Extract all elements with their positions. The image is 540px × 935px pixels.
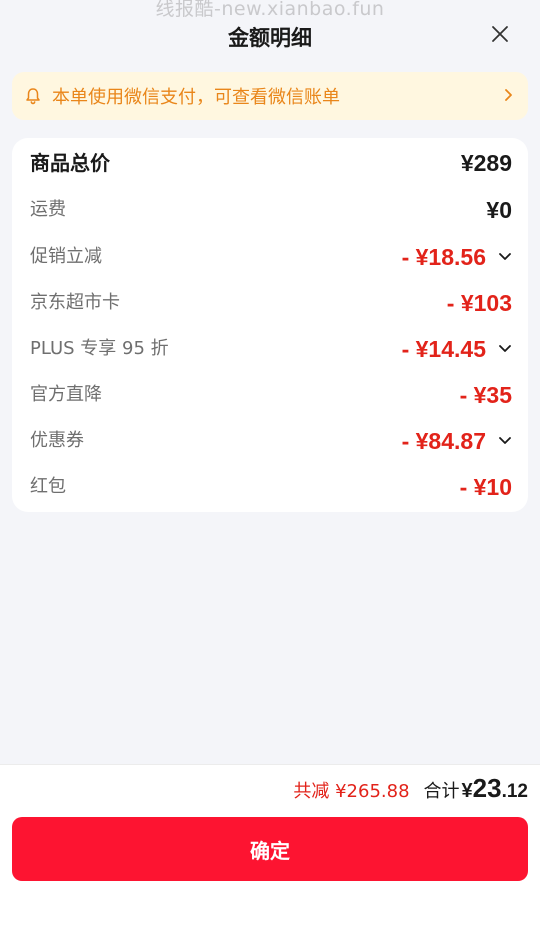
total-currency: ¥	[461, 780, 473, 802]
page-title: 金额明细	[228, 26, 312, 50]
detail-label: 运费	[30, 199, 66, 220]
wechat-bill-notice[interactable]: 本单使用微信支付，可查看微信账单	[12, 72, 528, 120]
total-summary: 共减 ¥265.88 合计 ¥ 23 .12	[293, 773, 528, 805]
detail-amount: - ¥103	[446, 290, 512, 316]
detail-row-official-discount: 官方直降 - ¥35	[30, 380, 512, 410]
detail-amount: - ¥10	[459, 474, 512, 500]
detail-amount: - ¥18.56	[401, 244, 486, 270]
goods-total-amount: ¥289	[460, 150, 512, 176]
chevron-right-icon	[505, 89, 512, 101]
modal-header: 金额明细	[0, 18, 540, 58]
detail-row-shipping: 运费 ¥0	[30, 195, 512, 225]
detail-row-promotion[interactable]: 促销立减 - ¥18.56	[30, 242, 512, 272]
notice-text: 本单使用微信支付，可查看微信账单	[52, 87, 340, 108]
detail-row-coupon[interactable]: 优惠券 - ¥84.87	[30, 426, 512, 456]
chevron-down-icon[interactable]	[498, 343, 512, 355]
detail-label: 红包	[30, 476, 66, 497]
total-saved: 共减 ¥265.88	[293, 781, 410, 802]
detail-label: 官方直降	[30, 384, 102, 405]
total-amount-integer: 23	[472, 773, 502, 803]
detail-amount: - ¥14.45	[401, 336, 486, 362]
chevron-down-icon[interactable]	[498, 251, 512, 263]
detail-row-plus-discount[interactable]: PLUS 专享 95 折 - ¥14.45	[30, 334, 512, 364]
detail-label: 促销立减	[30, 246, 102, 267]
confirm-button[interactable]: 确定	[12, 817, 528, 881]
detail-amount: - ¥84.87	[401, 428, 486, 454]
detail-label: 优惠券	[30, 430, 84, 451]
detail-amount: - ¥35	[459, 382, 512, 408]
footer-bar: 共减 ¥265.88 合计 ¥ 23 .12 确定	[0, 764, 540, 935]
chevron-down-icon[interactable]	[498, 435, 512, 447]
detail-row-supermarket-card: 京东超市卡 - ¥103	[30, 288, 512, 318]
detail-amount: ¥0	[486, 197, 512, 223]
goods-total-row: 商品总价 ¥289	[30, 148, 512, 178]
close-icon[interactable]	[490, 24, 510, 44]
detail-label: PLUS 专享 95 折	[30, 338, 169, 359]
detail-label: 京东超市卡	[30, 292, 120, 313]
amount-detail-card: 商品总价 ¥289 运费 ¥0 促销立减 - ¥18.56 京东超市卡 - ¥1…	[12, 138, 528, 512]
detail-row-red-packet: 红包 - ¥10	[30, 472, 512, 502]
total-amount-decimal: .12	[501, 781, 528, 802]
goods-total-label: 商品总价	[30, 151, 110, 175]
total-label: 合计	[423, 781, 460, 802]
bell-icon	[26, 88, 40, 105]
